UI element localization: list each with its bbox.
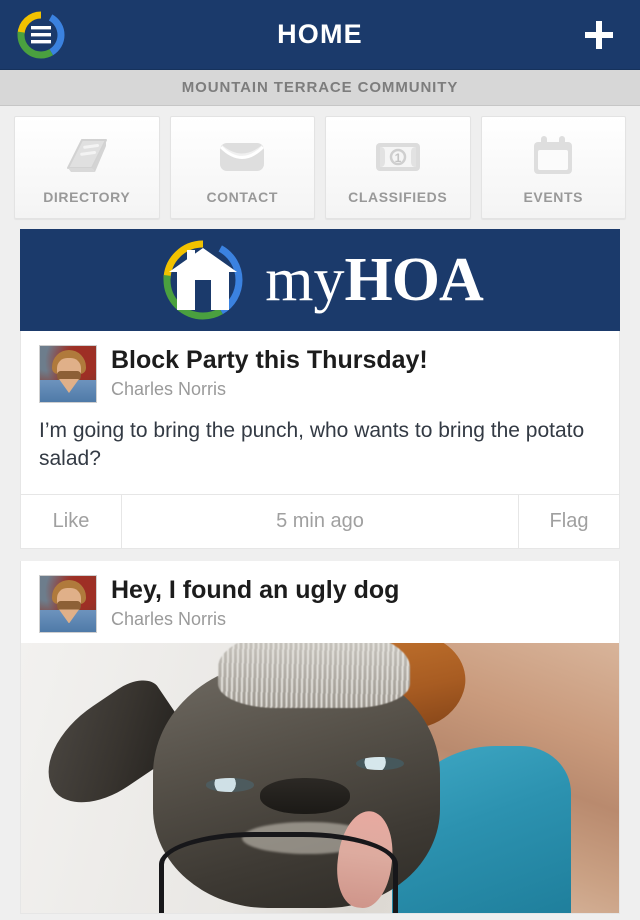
hamburger-menu-button[interactable]	[13, 8, 69, 62]
post-timestamp: 5 min ago	[121, 495, 519, 549]
nav-tile-label: CLASSIFIEDS	[348, 188, 448, 205]
envelope-icon	[216, 131, 268, 183]
post-photo[interactable]	[21, 643, 619, 914]
add-post-button[interactable]	[574, 10, 624, 60]
brand-wordmark: myHOA	[265, 246, 484, 314]
post-action-bar: Like 5 min ago Flag	[21, 494, 619, 549]
nav-tile-label: DIRECTORY	[43, 188, 131, 205]
post-feed: Block Party this Thursday! Charles Norri…	[0, 331, 640, 915]
hamburger-menu-icon	[17, 11, 65, 59]
avatar[interactable]	[39, 345, 97, 403]
plus-icon	[585, 21, 613, 49]
flag-button[interactable]: Flag	[519, 495, 619, 548]
book-icon	[62, 131, 112, 183]
page-title: HOME	[277, 19, 363, 49]
nav-tile-events[interactable]: EVENTS	[480, 116, 626, 219]
quick-nav-row: DIRECTORY CONTACT 1 CLASSIFIEDS EVENTS	[0, 106, 640, 227]
post-header: Block Party this Thursday! Charles Norri…	[21, 331, 619, 413]
post-title[interactable]: Hey, I found an ugly dog	[111, 576, 399, 605]
nav-tile-label: EVENTS	[523, 188, 584, 205]
banknote-icon: 1	[372, 131, 424, 183]
community-bar: MOUNTAIN TERRACE COMMUNITY	[0, 70, 640, 106]
brand-banner: myHOA	[20, 229, 620, 331]
nav-tile-directory[interactable]: DIRECTORY	[14, 116, 160, 219]
post-author[interactable]: Charles Norris	[111, 609, 399, 630]
nav-tile-label: CONTACT	[206, 188, 279, 205]
nav-tile-classifieds[interactable]: 1 CLASSIFIEDS	[325, 116, 471, 219]
post-card[interactable]: Block Party this Thursday! Charles Norri…	[20, 331, 620, 550]
calendar-icon	[529, 131, 577, 183]
post-author[interactable]: Charles Norris	[111, 379, 428, 400]
app-header: HOME	[0, 0, 640, 70]
post-header: Hey, I found an ugly dog Charles Norris	[21, 561, 619, 643]
post-title[interactable]: Block Party this Thursday!	[111, 346, 428, 375]
svg-text:1: 1	[394, 151, 401, 165]
nav-tile-contact[interactable]: CONTACT	[169, 116, 315, 219]
community-name: MOUNTAIN TERRACE COMMUNITY	[181, 79, 459, 96]
house-in-ring-logo	[163, 240, 243, 320]
brand-suffix: HOA	[344, 246, 484, 314]
post-card[interactable]: Hey, I found an ugly dog Charles Norris	[20, 561, 620, 915]
avatar[interactable]	[39, 575, 97, 634]
post-body: I’m going to bring the punch, who wants …	[39, 419, 585, 470]
like-button[interactable]: Like	[21, 495, 121, 548]
brand-prefix: my	[265, 246, 345, 314]
